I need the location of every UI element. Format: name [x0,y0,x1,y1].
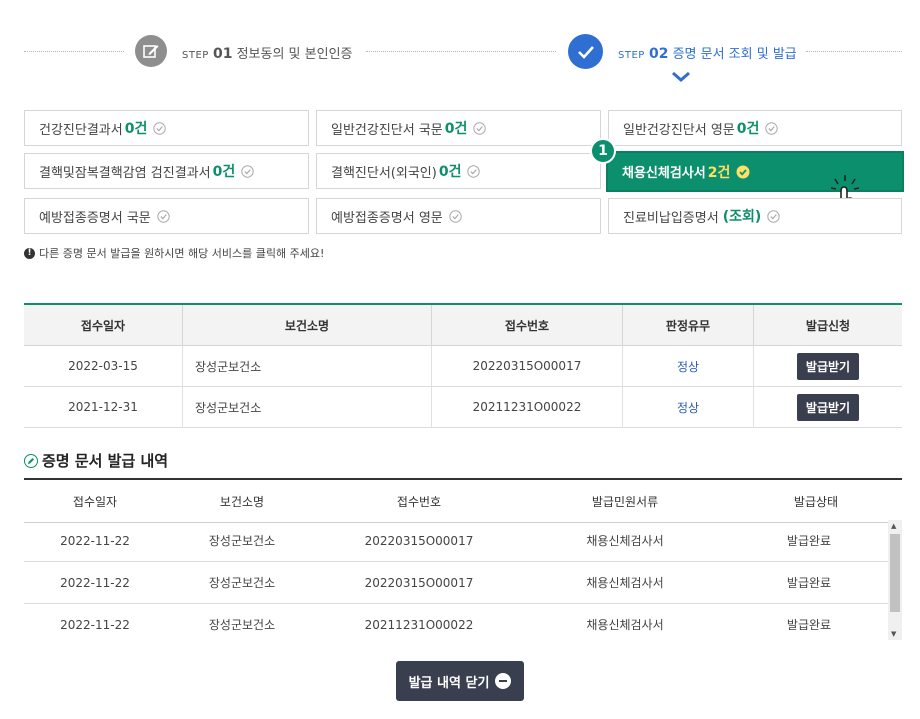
cell-doc: 채용신체검사서 [520,561,730,604]
col-header: 접수일자 [24,479,166,523]
cell-date: 2022-03-15 [24,345,183,387]
cell-state: 발급완료 [730,520,888,562]
step-badge: 1 [590,138,616,164]
close-history-button[interactable]: 발급 내역 닫기 [396,661,524,701]
cell-doc: 채용신체검사서 [520,520,730,562]
table-row: 2022-11-22 장성군보건소 20220315O00017 채용신체검사서… [24,561,888,604]
service-medical-payment[interactable]: 진료비납입증명서 (조회) [608,198,902,234]
step1-label: STEP 01 정보동의 및 본인인증 [182,46,353,62]
cell-status: 정상 [622,386,754,428]
step1-edit-icon [135,35,167,67]
check-circle-icon [767,209,780,223]
table-row: 2022-11-22 장성군보건소 20211231O00022 채용신체검사서… [24,603,888,640]
info-icon: ! [24,247,35,259]
col-header: 보건소명 [182,304,432,346]
service-health-result[interactable]: 건강진단결과서 0건 [24,110,309,146]
service-tb-foreigner[interactable]: 결핵진단서(외국인) 0건 [316,153,601,189]
history-title: 증명 문서 발급 내역 [24,450,168,471]
cell-date: 2022-11-22 [24,603,166,640]
table-row: 2022-11-22 장성군보건소 20220315O00017 채용신체검사서… [24,520,888,562]
cell-number: 20220315O00017 [318,561,520,604]
history-table-body[interactable]: 2022-11-22 장성군보건소 20220315O00017 채용신체검사서… [24,520,902,640]
col-header: 발급신청 [753,304,902,346]
cell-state: 발급완료 [730,561,888,604]
scroll-thumb[interactable] [890,534,900,612]
cell-date: 2021-12-31 [24,386,183,428]
cell-number: 20211231O00022 [431,386,623,428]
col-header: 접수일자 [24,304,183,346]
cell-number: 20211231O00022 [318,603,520,640]
service-general-kr[interactable]: 일반건강진단서 국문 0건 [316,110,601,146]
step2-check-icon [568,34,603,69]
chevron-down-icon [672,71,690,82]
step-divider [24,51,124,52]
col-header: 판정유무 [622,304,754,346]
check-circle-icon [467,164,481,178]
service-vaccination-en[interactable]: 예방접종증명서 영문 [316,198,601,234]
cell-action: 발급받기 [753,386,902,428]
cell-date: 2022-11-22 [24,520,166,562]
cell-center: 장성군보건소 [182,386,432,428]
check-circle-icon [449,209,462,223]
cell-action: 발급받기 [753,345,902,387]
scroll-up-icon[interactable]: ▲ [891,522,896,530]
step2-label: STEP 02 증명 문서 조회 및 발급 [618,46,797,62]
check-circle-icon [241,164,254,178]
cell-center: 장성군보건소 [166,520,318,562]
scroll-down-icon[interactable]: ▼ [891,630,896,638]
minus-circle-icon [495,673,512,689]
cell-state: 발급완료 [730,603,888,640]
col-header: 보건소명 [166,479,318,523]
result-table: 접수일자 보건소명 접수번호 판정유무 발급신청 2022-03-15 장성군보… [24,303,902,428]
check-circle-icon [765,121,779,135]
col-header: 접수번호 [318,479,520,523]
col-header: 발급상태 [730,479,902,523]
col-header: 접수번호 [431,304,623,346]
notice-text: ! 다른 증명 문서 발급을 원하시면 해당 서비스를 클릭해 주세요! [24,245,324,261]
close-history-label: 발급 내역 닫기 [408,675,490,691]
cell-number: 20220315O00017 [431,345,623,387]
cell-center: 장성군보건소 [182,345,432,387]
cell-doc: 채용신체검사서 [520,603,730,640]
history-scrollbar[interactable]: ▲ ▼ [888,520,902,640]
check-circle-icon [736,165,750,179]
check-circle-icon [473,121,487,135]
pen-circle-icon [24,453,38,468]
service-tb-screening[interactable]: 결핵및잠복결핵감염 검진결과서 0건 [24,153,309,189]
service-vaccination-kr[interactable]: 예방접종증명서 국문 [24,198,309,234]
cell-date: 2022-11-22 [24,561,166,604]
cell-number: 20220315O00017 [318,520,520,562]
step-divider [366,51,556,52]
col-header: 발급민원서류 [520,479,730,523]
step-divider [806,51,902,52]
history-table-header: 접수일자 보건소명 접수번호 발급민원서류 발급상태 [24,478,902,523]
cell-center: 장성군보건소 [166,561,318,604]
table-row: 2022-03-15 장성군보건소 20220315O00017 정상 발급받기 [24,345,902,387]
check-circle-icon [153,121,167,135]
cell-center: 장성군보건소 [166,603,318,640]
issue-button[interactable]: 발급받기 [796,352,860,380]
issue-button[interactable]: 발급받기 [796,393,860,421]
cell-status: 정상 [622,345,754,387]
service-general-en[interactable]: 일반건강진단서 영문 0건 [608,110,902,146]
table-row: 2021-12-31 장성군보건소 20211231O00022 정상 발급받기 [24,386,902,428]
check-circle-icon [157,209,170,223]
